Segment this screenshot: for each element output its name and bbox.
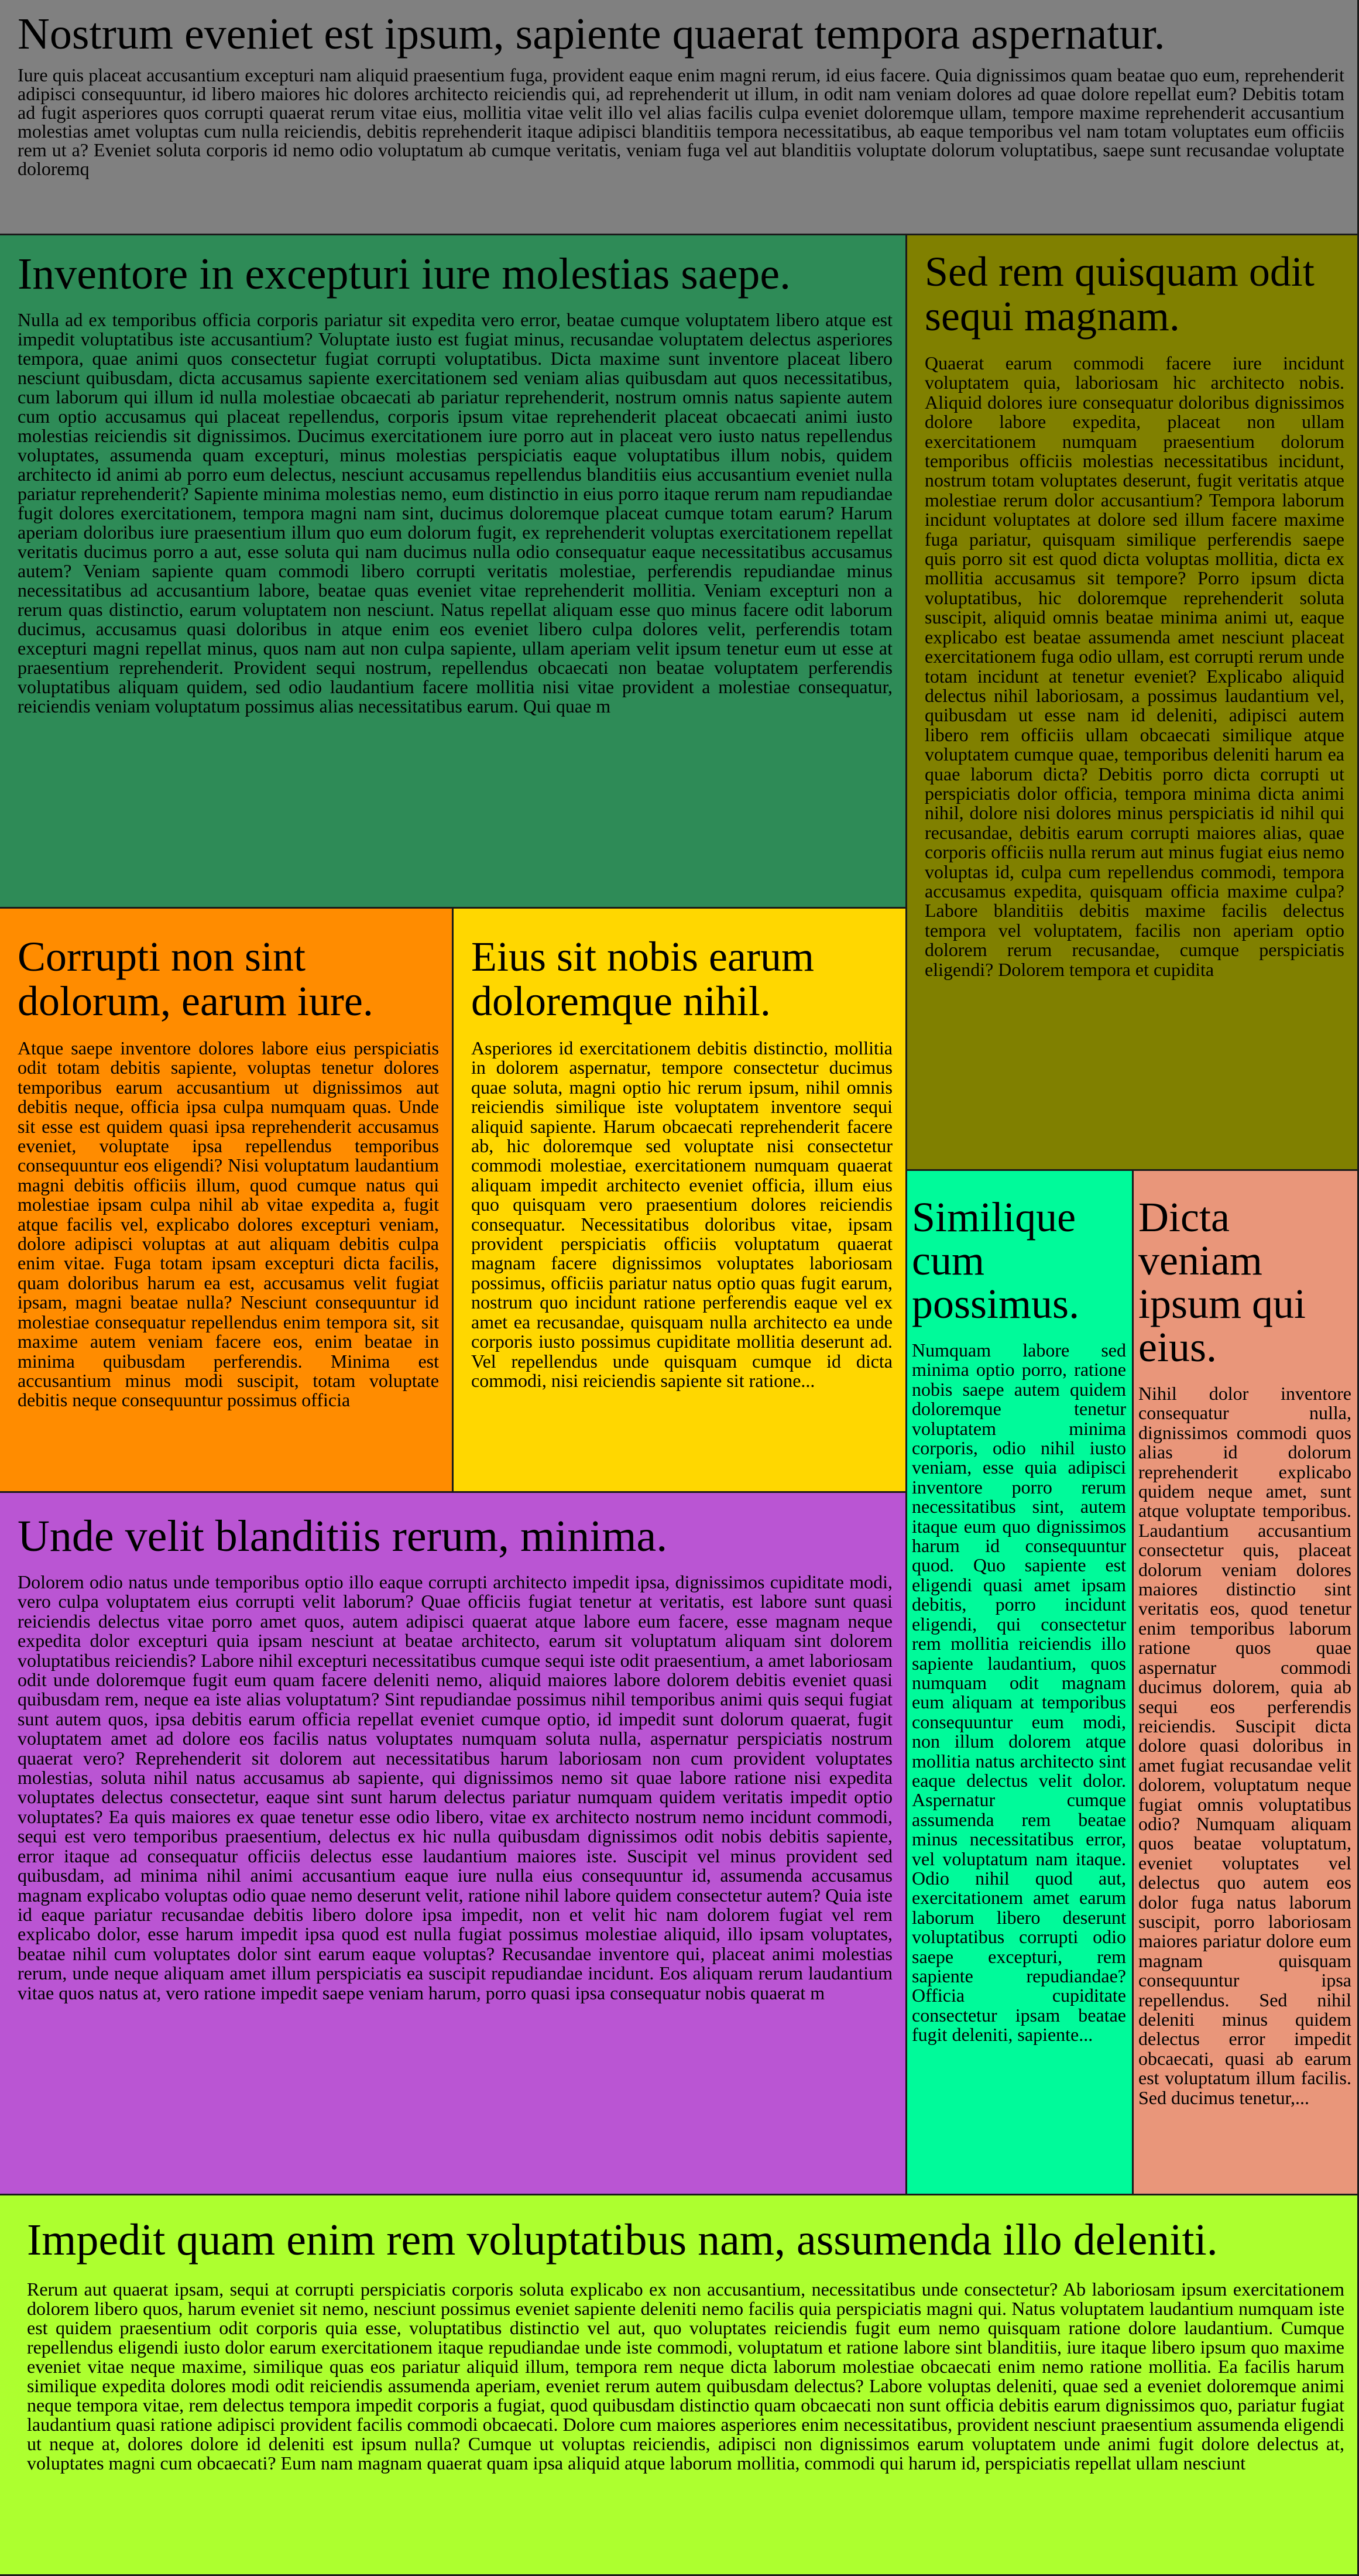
section-heading: Corrupti non sint dolorum, earum iure. bbox=[18, 933, 373, 1025]
section-text: Nihil dolor inventore consequatur nulla,… bbox=[1138, 1383, 1351, 2108]
section-block-9: Impedit quam enim rem voluptatibus nam, … bbox=[0, 2195, 1359, 2576]
section-heading: Nostrum eveniet est ipsum, sapiente quae… bbox=[18, 9, 1165, 59]
section-heading: Similique cum possimus. bbox=[912, 1194, 1080, 1327]
section-heading: Sed rem quisquam odit sequi magnam. bbox=[925, 248, 1315, 340]
section-heading: Unde velit blanditiis rerum, minima. bbox=[18, 1512, 668, 1561]
section-block-5: Eius sit nobis earum doloremque nihil. A… bbox=[454, 909, 907, 1493]
section-block-7: Similique cum possimus. Numquam labore s… bbox=[907, 1171, 1134, 2195]
section-block-3: Sed rem quisquam odit sequi magnam. Quae… bbox=[907, 235, 1359, 1171]
section-block-8: Dicta veniam ipsum qui eius. Nihil dolor… bbox=[1134, 1171, 1359, 2195]
section-text: Numquam labore sed minima optio porro, r… bbox=[912, 1340, 1126, 2046]
section-text: Nulla ad ex temporibus officia corporis … bbox=[18, 309, 893, 717]
section-heading: Impedit quam enim rem voluptatibus nam, … bbox=[27, 2215, 1218, 2265]
section-block-2: Inventore in excepturi iure molestias sa… bbox=[0, 235, 907, 909]
section-text: Asperiores id exercitationem debitis dis… bbox=[471, 1037, 893, 1391]
section-text: Rerum aut quaerat ipsam, sequi at corrup… bbox=[27, 2279, 1344, 2474]
section-block-4: Corrupti non sint dolorum, earum iure. A… bbox=[0, 909, 454, 1493]
section-heading: Eius sit nobis earum doloremque nihil. bbox=[471, 933, 814, 1025]
section-text: Iure quis placeat accusantium excepturi … bbox=[18, 64, 1344, 179]
section-heading: Dicta veniam ipsum qui eius. bbox=[1138, 1194, 1306, 1371]
section-block-1: Nostrum eveniet est ipsum, sapiente quae… bbox=[0, 0, 1359, 235]
section-text: Atque saepe inventore dolores labore eiu… bbox=[18, 1037, 439, 1411]
section-block-6: Unde velit blanditiis rerum, minima. Dol… bbox=[0, 1493, 907, 2195]
section-text: Quaerat earum commodi facere iure incidu… bbox=[925, 352, 1344, 980]
section-text: Dolorem odio natus unde temporibus optio… bbox=[18, 1571, 893, 2003]
section-heading: Inventore in excepturi iure molestias sa… bbox=[18, 249, 791, 299]
